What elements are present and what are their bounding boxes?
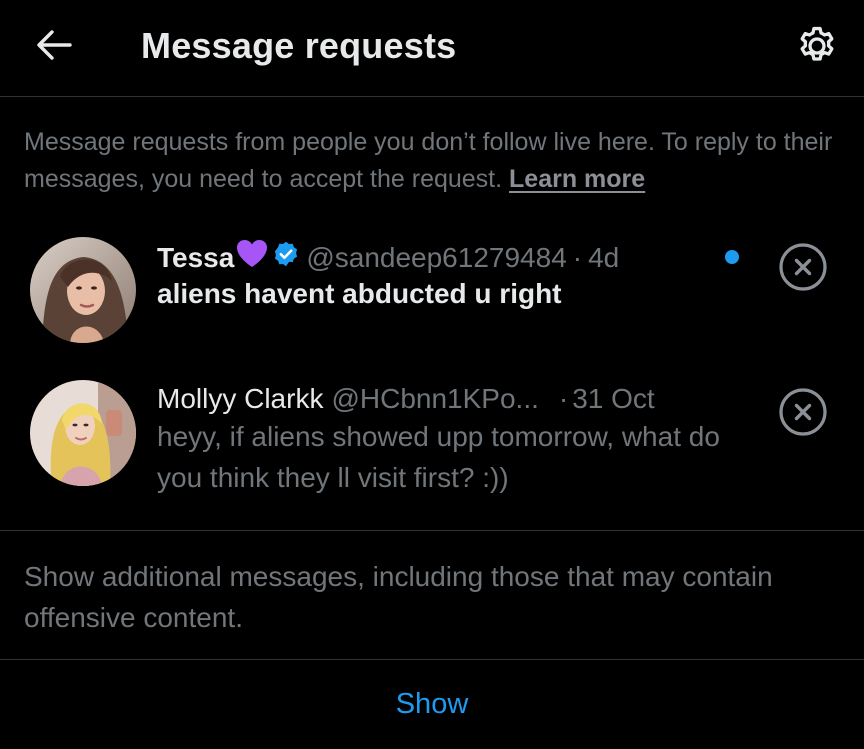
header-bar: Message requests <box>0 0 864 97</box>
show-button[interactable]: Show <box>0 660 864 749</box>
additional-messages-text: Show additional messages, including thos… <box>24 561 773 633</box>
avatar <box>30 237 136 343</box>
separator: · <box>572 242 583 273</box>
unread-indicator <box>725 250 739 264</box>
back-button[interactable] <box>28 22 80 68</box>
avatar <box>30 380 136 486</box>
intro-text: Message requests from people you don’t f… <box>24 124 844 198</box>
sender-name: Mollyy Clarkk <box>157 383 324 414</box>
intro-description: Message requests from people you don’t f… <box>24 128 833 193</box>
request-header: Mollyy Clarkk @HCbnn1KPo... · 31 Oct <box>157 382 655 416</box>
message-preview: aliens havent abducted u right <box>157 278 562 309</box>
close-circle-icon <box>779 388 827 436</box>
learn-more-link[interactable]: Learn more <box>509 165 645 193</box>
page-title: Message requests <box>141 25 457 66</box>
sender-handle: @sandeep61279484 <box>306 242 567 273</box>
separator: · <box>558 383 569 414</box>
gear-icon <box>800 26 834 61</box>
sender-handle: @HCbnn1KPo... <box>331 383 539 414</box>
close-circle-icon <box>779 243 827 291</box>
verified-badge-icon <box>272 240 300 276</box>
arrow-left-icon <box>37 30 72 60</box>
message-request-item[interactable]: Mollyy Clarkk @HCbnn1KPo... · 31 Oct hey… <box>0 368 864 528</box>
message-preview: heyy, if aliens showed upp tomorrow, wha… <box>157 421 720 493</box>
dismiss-request-button[interactable] <box>778 387 828 437</box>
divider <box>0 530 864 531</box>
dismiss-request-button[interactable] <box>778 242 828 292</box>
timestamp: 4d <box>588 242 620 273</box>
purple-heart-icon <box>236 239 268 277</box>
sender-name: Tessa <box>157 242 235 273</box>
settings-button[interactable] <box>790 19 844 73</box>
timestamp: 31 Oct <box>572 383 655 414</box>
request-header: Tessa @sandeep61279484 · 4d <box>157 239 619 277</box>
message-request-item[interactable]: Tessa @sandeep61279484 · 4d aliens haven… <box>0 225 864 365</box>
